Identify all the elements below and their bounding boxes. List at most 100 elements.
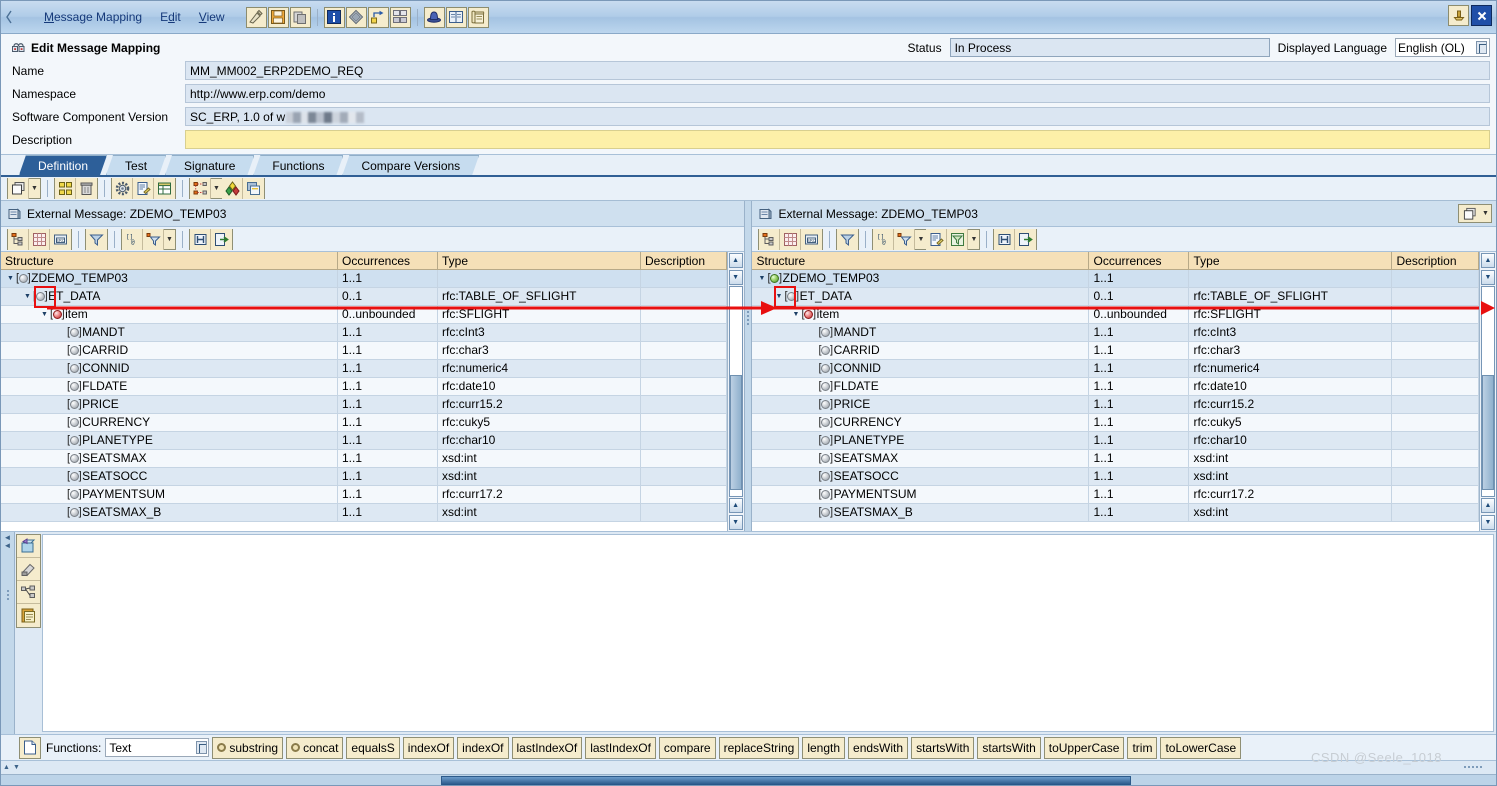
tree-expand-icon[interactable]: ▼ — [773, 288, 784, 305]
scroll-up-small-icon[interactable]: ▲ — [3, 764, 10, 771]
table-row[interactable]: [] PRICE 1..1 rfc:curr15.2 — [752, 396, 1479, 414]
expand-tree-icon[interactable] — [8, 228, 29, 250]
context-filter-icon[interactable] — [143, 228, 164, 250]
tree-node-cell[interactable]: [] PRICE — [752, 396, 1090, 413]
tree-node-cell[interactable]: [] CONNID — [752, 360, 1090, 377]
dependency-view-icon[interactable] — [190, 178, 211, 199]
table-row[interactable]: ▼[] ZDEMO_TEMP03 1..1 — [752, 270, 1479, 288]
tree-node-cell[interactable]: [] FLDATE — [752, 378, 1090, 395]
tree-node-cell[interactable]: [] MANDT — [752, 324, 1090, 341]
tree-node-cell[interactable]: [] CARRID — [752, 342, 1090, 359]
table-row[interactable]: [] CURRENCY 1..1 rfc:cuky5 — [752, 414, 1479, 432]
scroll-page-down-icon[interactable]: ▲ — [728, 498, 743, 513]
filter-icon[interactable] — [86, 228, 107, 250]
tree-node-cell[interactable]: ▼[] ET_DATA — [1, 288, 338, 305]
source-scroll-track[interactable] — [728, 286, 743, 497]
dependency-view-dropdown-icon[interactable]: ▼ — [211, 179, 222, 198]
horizontal-scroll-thumb[interactable] — [441, 775, 1131, 785]
target-window-dropdown-icon[interactable]: ▼ — [1480, 204, 1491, 223]
clear-mapping-icon[interactable] — [17, 558, 40, 581]
table-row[interactable]: [] FLDATE 1..1 rfc:date10 — [752, 378, 1479, 396]
tab-functions[interactable]: Functions — [253, 155, 343, 175]
duplicate-view-icon[interactable] — [243, 178, 264, 199]
delete-icon[interactable] — [76, 178, 97, 199]
table-row[interactable]: [] CARRID 1..1 rfc:char3 — [1, 342, 727, 360]
table-row[interactable]: ▼[] ET_DATA 0..1 rfc:TABLE_OF_SFLIGHT — [752, 288, 1479, 306]
filter-icon[interactable] — [837, 228, 859, 250]
editor-left-rail[interactable]: ◄ ◄ — [1, 532, 15, 734]
new-window-icon[interactable] — [8, 178, 29, 199]
col-type[interactable]: Type — [438, 252, 641, 269]
table-row[interactable]: [] SEATSMAX_B 1..1 xsd:int — [1, 504, 727, 522]
tree-node-cell[interactable]: [] SEATSOCC — [1, 468, 338, 485]
tree-expand-icon[interactable]: ▼ — [790, 306, 801, 323]
tab-signature[interactable]: Signature — [165, 155, 254, 175]
grid-view-icon[interactable] — [29, 228, 50, 250]
table-row[interactable]: [] CURRENCY 1..1 rfc:cuky5 — [1, 414, 727, 432]
tree-node-cell[interactable]: [] SEATSMAX — [1, 450, 338, 467]
function-button[interactable]: startsWith — [911, 736, 975, 759]
copy-object-icon[interactable] — [289, 6, 311, 28]
arrange-objects-icon[interactable] — [55, 178, 76, 199]
function-button[interactable]: indexOf — [457, 736, 509, 759]
check-object-icon[interactable] — [245, 6, 267, 28]
table-row[interactable]: [] PRICE 1..1 rfc:curr15.2 — [1, 396, 727, 414]
edit-document-icon[interactable] — [926, 228, 948, 250]
table-row[interactable]: [] MANDT 1..1 rfc:cInt3 — [1, 324, 727, 342]
target-scroll-thumb[interactable] — [1482, 374, 1494, 490]
function-button[interactable]: toUpperCase — [1043, 736, 1125, 759]
find-icon[interactable] — [994, 228, 1016, 250]
tree-node-cell[interactable]: [] SEATSMAX_B — [752, 504, 1090, 521]
new-window-icon[interactable] — [1459, 203, 1480, 224]
table-row[interactable]: ▼[] ET_DATA 0..1 rfc:TABLE_OF_SFLIGHT — [1, 288, 727, 306]
context-filter-dropdown-icon[interactable]: ▼ — [164, 230, 175, 249]
software-component-version-field[interactable]: SC_ERP, 1.0 of w — [185, 107, 1490, 126]
settings-gear-icon[interactable] — [112, 178, 133, 199]
mapping-canvas[interactable] — [42, 534, 1494, 732]
target-scroll-track[interactable] — [1481, 286, 1495, 497]
panel-splitter[interactable] — [743, 201, 753, 531]
export-icon[interactable] — [1015, 228, 1037, 250]
col-description[interactable]: Description — [641, 252, 727, 269]
expand-tree-icon[interactable] — [759, 228, 781, 250]
tree-node-cell[interactable]: [] CONNID — [1, 360, 338, 377]
table-row[interactable]: [] MANDT 1..1 rfc:cInt3 — [752, 324, 1479, 342]
dropdown-icon[interactable] — [196, 741, 208, 754]
scroll-up-icon[interactable]: ▲ — [728, 253, 743, 268]
table-row[interactable]: [] CARRID 1..1 rfc:char3 — [752, 342, 1479, 360]
window-back-icon[interactable] — [3, 3, 15, 31]
function-button[interactable]: trim — [1127, 736, 1158, 759]
new-window-dropdown-icon[interactable]: ▼ — [29, 179, 40, 198]
info-icon[interactable] — [323, 6, 345, 28]
target-panel-window-button[interactable]: ▼ — [1458, 204, 1492, 223]
menu-message-mapping[interactable]: Message Mapping — [35, 7, 151, 27]
tree-node-cell[interactable]: ▼[] ET_DATA — [752, 288, 1090, 305]
table-row[interactable]: ▼[] item 0..unbounded rfc:SFLIGHT — [1, 306, 727, 324]
advanced-filter-icon[interactable] — [947, 228, 969, 250]
paste-icon[interactable] — [17, 604, 40, 627]
tree-node-cell[interactable]: [] CURRENCY — [1, 414, 338, 431]
tree-node-cell[interactable]: [] FLDATE — [1, 378, 338, 395]
function-category-select[interactable]: Text — [105, 738, 210, 757]
tree-node-cell[interactable]: [] SEATSOCC — [752, 468, 1090, 485]
pin-window-icon[interactable] — [1448, 5, 1469, 26]
function-button[interactable]: lastIndexOf — [585, 736, 656, 759]
scroll-down-icon[interactable]: ▼ — [728, 515, 743, 530]
find-icon[interactable] — [190, 228, 211, 250]
function-button[interactable]: lastIndexOf — [511, 736, 583, 759]
tree-expand-icon[interactable]: ▼ — [5, 270, 16, 287]
tab-compare-versions[interactable]: Compare Versions — [342, 155, 479, 175]
tab-test[interactable]: Test — [106, 155, 166, 175]
source-scroll-thumb[interactable] — [729, 374, 742, 490]
show-namespaces-icon[interactable]: [] @ — [873, 228, 895, 250]
table-row[interactable]: ▼[] ZDEMO_TEMP03 1..1 — [1, 270, 727, 288]
tab-definition[interactable]: Definition — [19, 155, 107, 175]
context-filter-dropdown-icon[interactable]: ▼ — [915, 230, 926, 249]
col-occurrences[interactable]: Occurrences — [1089, 252, 1190, 269]
col-structure[interactable]: Structure — [752, 252, 1090, 269]
layout-grid-icon[interactable] — [154, 178, 175, 199]
col-structure[interactable]: Structure — [1, 252, 338, 269]
tree-expand-icon[interactable]: ▼ — [39, 306, 50, 323]
function-button[interactable]: indexOf — [402, 736, 455, 759]
color-palette-icon[interactable] — [222, 178, 243, 199]
